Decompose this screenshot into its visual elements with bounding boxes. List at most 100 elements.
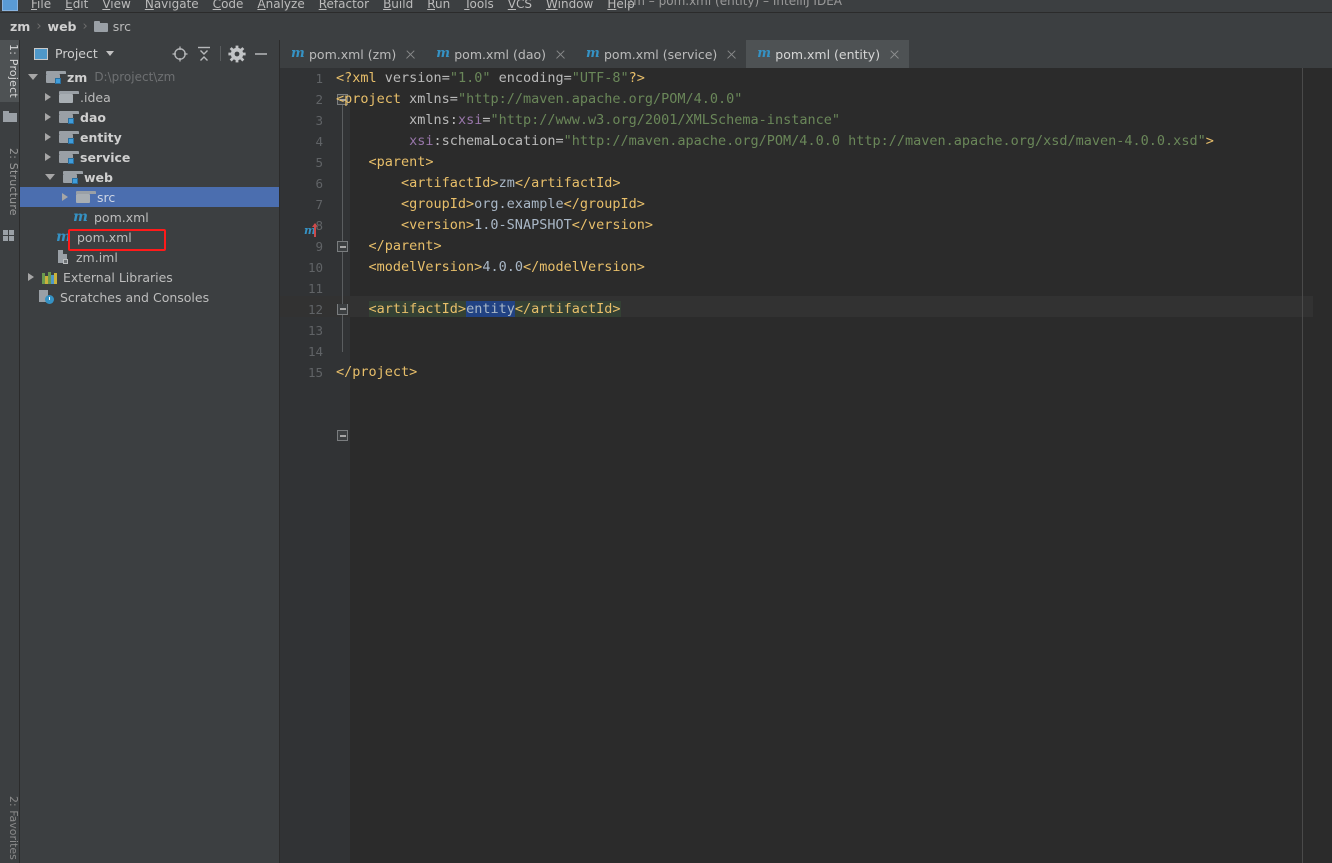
- line-number: 3: [315, 113, 323, 128]
- line-number: 1: [315, 71, 323, 86]
- tree-node-idea[interactable]: .idea: [20, 87, 279, 107]
- code-token-tag: </modelVersion>: [522, 259, 645, 275]
- folder-icon: [3, 110, 17, 123]
- maven-xml-icon: m: [73, 209, 88, 225]
- tree-node-external-libraries[interactable]: External Libraries: [20, 267, 279, 287]
- close-icon[interactable]: [726, 49, 737, 60]
- chevron-right-icon[interactable]: [45, 133, 51, 141]
- code-token-attr: xmlns: [409, 91, 450, 107]
- tree-node-scratches-and-consoles[interactable]: Scratches and Consoles: [20, 287, 279, 307]
- tree-node-icon: [42, 271, 63, 284]
- menu-item-vcs[interactable]: VCS: [501, 0, 539, 11]
- folder-icon: [93, 21, 108, 32]
- chevron-right-icon[interactable]: [62, 193, 68, 201]
- project-tree[interactable]: zm D:\project\zm .idea dao entity service web s…: [20, 67, 279, 863]
- tree-node-pom-xml[interactable]: m pom.xml: [20, 207, 279, 227]
- menu-item-run[interactable]: Run: [420, 0, 457, 11]
- chevron-down-icon[interactable]: [105, 51, 114, 56]
- tree-node-zm-iml[interactable]: zm.iml: [20, 247, 279, 267]
- menu-item-window[interactable]: Window: [539, 0, 600, 11]
- tree-node-label: entity: [80, 129, 122, 145]
- code-token-attr: encoding: [490, 70, 564, 86]
- menu-item-edit[interactable]: Edit: [58, 0, 95, 11]
- tree-node-pom-xml[interactable]: m pom.xml: [20, 227, 279, 247]
- editor-tab-pom-xml-zm[interactable]: m pom.xml (zm): [280, 40, 425, 68]
- chevron-right-icon[interactable]: [28, 273, 34, 281]
- breadcrumb: zm › web › src: [0, 13, 1332, 40]
- tree-node-label: .idea: [80, 89, 111, 105]
- project-panel-title: Project: [55, 46, 98, 61]
- sidebar-item-structure[interactable]: 2: Structure: [0, 140, 20, 224]
- tree-node-service[interactable]: service: [20, 147, 279, 167]
- close-icon[interactable]: [405, 49, 416, 60]
- tree-node-entity[interactable]: entity: [20, 127, 279, 147]
- intellij-idea-icon: [2, 0, 18, 11]
- breadcrumb-item-module[interactable]: web: [48, 19, 77, 34]
- menu-item-view[interactable]: View: [95, 0, 137, 11]
- maven-xml-icon: m: [586, 46, 600, 61]
- menu-item-code[interactable]: Code: [206, 0, 251, 11]
- tree-node-label: pom.xml: [94, 209, 149, 225]
- menu-item-refactor[interactable]: Refactor: [312, 0, 376, 11]
- gear-icon[interactable]: [225, 43, 249, 65]
- code-content: 1 <?xml version="1.0" encoding="UTF-8"?> 2…: [280, 68, 1332, 383]
- chevron-right-icon[interactable]: [45, 93, 51, 101]
- code-token-attr-ns: xsi: [409, 133, 434, 149]
- code-token-tag-hl: <artifactId>: [368, 301, 467, 317]
- close-icon[interactable]: [889, 49, 900, 60]
- collapse-all-icon[interactable]: [192, 43, 216, 65]
- close-icon[interactable]: [555, 49, 566, 60]
- code-line: 4 xsi:schemaLocation="http://maven.apach…: [280, 131, 1332, 152]
- code-token-txt-sel: entity: [466, 301, 515, 317]
- code-token-tag: </parent>: [336, 238, 442, 254]
- project-panel-header: Project: [20, 40, 279, 67]
- sidebar-item-project[interactable]: 1: Project: [0, 40, 20, 102]
- code-line: 10 <modelVersion>4.0.0</modelVersion>: [280, 257, 1332, 278]
- tree-node-dao[interactable]: dao: [20, 107, 279, 127]
- left-tool-window-bar: 1: Project 2: Structure 2: Favorites: [0, 40, 20, 863]
- menu-bar: File Edit View Navigate Code Analyze Refactor B…: [0, 0, 1332, 13]
- editor-tab-pom-xml-service[interactable]: m pom.xml (service): [575, 40, 746, 68]
- code-token-tag: </version>: [571, 217, 653, 233]
- menu-item-file[interactable]: File: [24, 0, 58, 11]
- chevron-down-icon[interactable]: [28, 74, 38, 80]
- line-number: 6: [315, 176, 323, 191]
- breadcrumb-item-project[interactable]: zm: [10, 19, 30, 34]
- code-line: 6 <artifactId>zm</artifactId>: [280, 173, 1332, 194]
- code-line-text: <groupId>org.example</groupId>: [336, 194, 645, 215]
- tree-node-web[interactable]: web: [20, 167, 279, 187]
- chevron-right-icon[interactable]: [45, 153, 51, 161]
- hide-icon[interactable]: [249, 43, 273, 65]
- tree-node-src[interactable]: src: [20, 187, 279, 207]
- menu-item-build[interactable]: Build: [376, 0, 420, 11]
- code-token-tag: ?>: [628, 70, 645, 86]
- line-number: 7: [315, 197, 323, 212]
- line-number: 4: [315, 134, 323, 149]
- fold-marker-project-end[interactable]: [337, 430, 348, 441]
- code-line-text: </parent>: [336, 236, 442, 257]
- project-tool-window: Project zm D:\project\zm .idea dao entit…: [20, 40, 279, 863]
- locate-icon[interactable]: [168, 43, 192, 65]
- code-token-tag: <modelVersion>: [336, 259, 483, 275]
- code-editor[interactable]: m 1 <?xml version="1.0" encoding="UTF-8"?…: [280, 68, 1332, 863]
- maven-xml-icon: m: [436, 46, 451, 61]
- menu-item-analyze[interactable]: Analyze: [250, 0, 311, 11]
- sidebar-item-favorites[interactable]: 2: Favorites: [0, 793, 20, 863]
- code-token-tag: <project: [336, 91, 410, 107]
- code-token-tag: </artifactId>: [514, 175, 621, 191]
- code-line: 13: [280, 320, 1332, 341]
- folder-icon: [59, 91, 79, 103]
- maven-xml-icon: m: [291, 46, 305, 61]
- menu-item-tools[interactable]: Tools: [457, 0, 501, 11]
- chevron-right-icon[interactable]: [45, 113, 51, 121]
- project-icon: [34, 47, 48, 60]
- breadcrumb-item-src[interactable]: src: [113, 19, 131, 34]
- editor-tab-pom-xml-entity[interactable]: m pom.xml (entity): [746, 40, 910, 68]
- tree-node-zm[interactable]: zm D:\project\zm: [20, 67, 279, 87]
- chevron-down-icon[interactable]: [45, 174, 55, 180]
- editor-tab-pom-xml-dao[interactable]: m pom.xml (dao): [425, 40, 575, 68]
- line-number: 11: [307, 281, 323, 296]
- menu-item-navigate[interactable]: Navigate: [138, 0, 206, 11]
